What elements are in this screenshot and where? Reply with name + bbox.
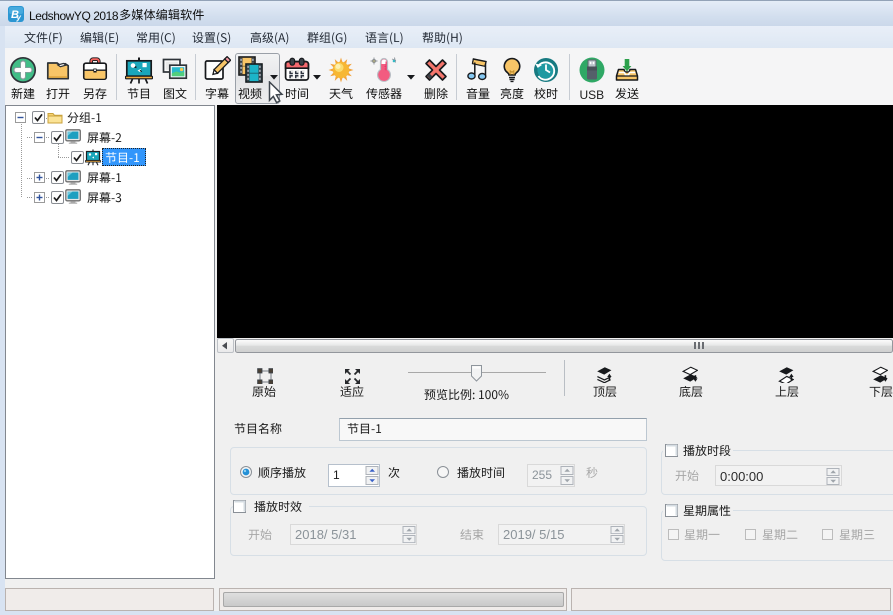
svg-text:y: y xyxy=(16,13,22,22)
